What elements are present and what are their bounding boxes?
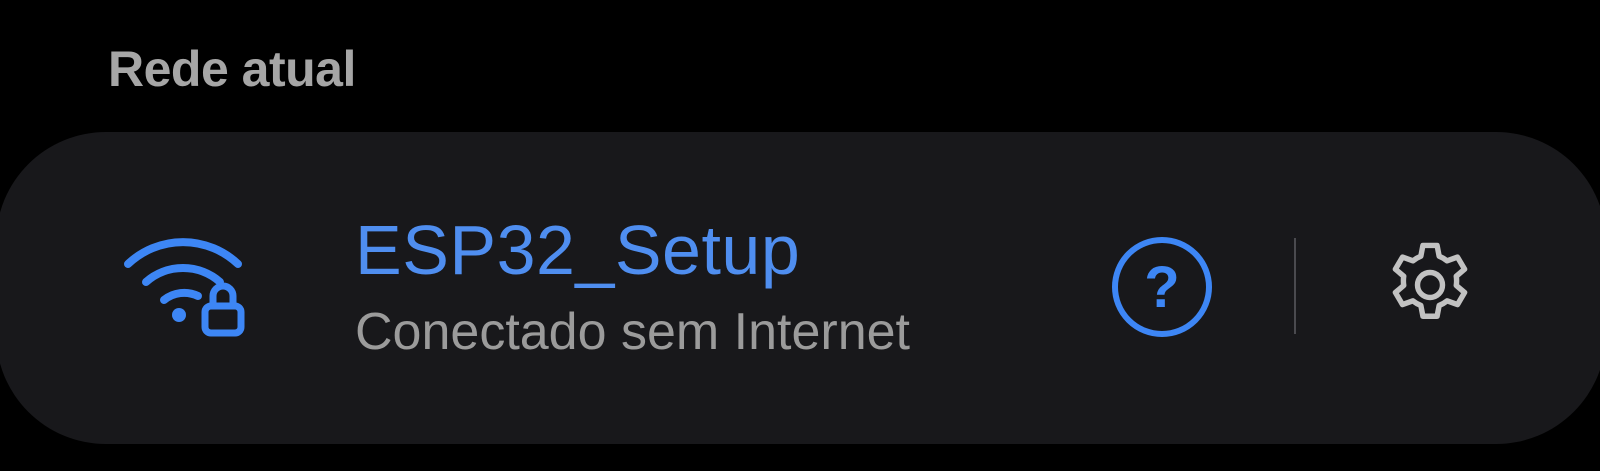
network-name: ESP32_Setup bbox=[355, 211, 801, 289]
help-icon: ? bbox=[1144, 254, 1180, 320]
network-info: ESP32_Setup Conectado sem Internet bbox=[355, 210, 910, 362]
help-button[interactable]: ? bbox=[1112, 237, 1212, 337]
network-settings-button[interactable] bbox=[1380, 235, 1480, 335]
wifi-lock-icon bbox=[120, 228, 250, 338]
gear-icon bbox=[1380, 242, 1480, 339]
wifi-settings-page: Rede atual ESP32_Setup Conectado sem Int… bbox=[0, 0, 1600, 471]
divider bbox=[1294, 238, 1296, 334]
section-header-current-network: Rede atual bbox=[108, 41, 356, 97]
network-status: Conectado sem Internet bbox=[355, 303, 910, 361]
